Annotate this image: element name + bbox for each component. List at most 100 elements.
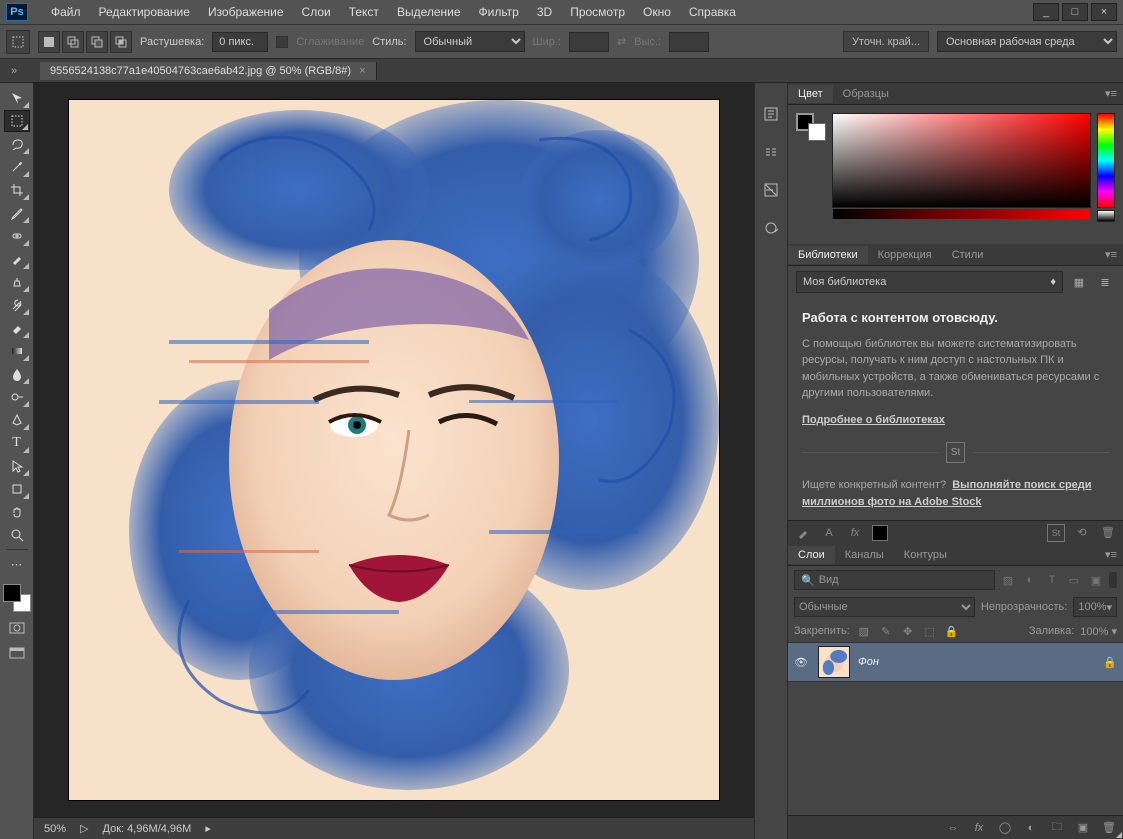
layer-visibility-icon[interactable]: 👁	[794, 656, 810, 669]
refine-edge-button[interactable]: Уточн. край...	[843, 31, 929, 52]
lock-all-icon[interactable]: 🔒	[944, 623, 960, 639]
feather-input[interactable]	[212, 32, 268, 52]
window-close-button[interactable]: ×	[1091, 3, 1117, 21]
color-swatches[interactable]	[3, 584, 31, 612]
menu-view[interactable]: Просмотр	[561, 5, 634, 19]
menu-file[interactable]: Файл	[42, 5, 90, 19]
color-panel-menu-icon[interactable]: ▾≡	[1099, 87, 1123, 100]
trash-icon[interactable]: 🗑	[1099, 524, 1117, 542]
adjustment-layer-icon[interactable]: ◐	[1023, 820, 1039, 836]
tab-layers[interactable]: Слои	[788, 546, 835, 564]
foreground-color[interactable]	[3, 584, 21, 602]
zoom-readout[interactable]: 50%	[44, 823, 66, 835]
tab-adjustments[interactable]: Коррекция	[868, 246, 942, 264]
group-layers-icon[interactable]: 🗀	[1049, 820, 1065, 836]
new-selection-icon[interactable]	[38, 31, 60, 53]
paragraph-panel-icon[interactable]	[760, 217, 782, 239]
move-tool[interactable]	[4, 87, 30, 109]
panel-background[interactable]	[808, 123, 826, 141]
lock-position-icon[interactable]: ✥	[900, 623, 916, 639]
gradient-tool[interactable]	[4, 340, 30, 362]
lib-grid-view-icon[interactable]: ▦	[1069, 272, 1089, 292]
subtract-selection-icon[interactable]	[86, 31, 108, 53]
menu-3d[interactable]: 3D	[528, 5, 561, 19]
brightness-slider[interactable]	[1097, 210, 1115, 222]
lock-artboard-icon[interactable]: ⬚	[922, 623, 938, 639]
menu-edit[interactable]: Редактирование	[90, 5, 199, 19]
path-selection-tool[interactable]	[4, 455, 30, 477]
lib-list-view-icon[interactable]: ≣	[1095, 272, 1115, 292]
filter-smart-icon[interactable]: ▣	[1087, 571, 1105, 589]
window-minimize-button[interactable]: _	[1033, 3, 1059, 21]
screen-mode-icon[interactable]	[6, 644, 28, 662]
menu-image[interactable]: Изображение	[199, 5, 293, 19]
lock-pixels-icon[interactable]: ✎	[878, 623, 894, 639]
blend-mode-select[interactable]: Обычные	[794, 597, 975, 617]
layer-mask-icon[interactable]: ◯	[997, 820, 1013, 836]
document-canvas[interactable]	[69, 100, 719, 800]
clone-stamp-tool[interactable]	[4, 271, 30, 293]
libraries-panel-menu-icon[interactable]: ▾≡	[1099, 248, 1123, 261]
layer-lock-icon[interactable]: 🔒	[1103, 656, 1117, 669]
menu-select[interactable]: Выделение	[388, 5, 470, 19]
filter-pixel-icon[interactable]: ▨	[999, 571, 1017, 589]
menu-filter[interactable]: Фильтр	[470, 5, 528, 19]
filter-shape-icon[interactable]: ▭	[1065, 571, 1083, 589]
library-select[interactable]: Моя библиотека♦	[796, 271, 1063, 293]
document-tab-close-icon[interactable]: ×	[359, 65, 365, 77]
link-layers-icon[interactable]: ⇔	[945, 820, 961, 836]
zoom-tool[interactable]	[4, 524, 30, 546]
layer-fx-icon[interactable]: fx	[971, 820, 987, 836]
layer-thumbnail[interactable]	[818, 646, 850, 678]
layers-panel-menu-icon[interactable]: ▾≡	[1099, 548, 1123, 561]
tool-preset-icon[interactable]	[6, 30, 30, 54]
intersect-selection-icon[interactable]	[110, 31, 132, 53]
tab-styles[interactable]: Стили	[942, 246, 994, 264]
layer-filter-select[interactable]: 🔍Вид	[794, 570, 995, 590]
tab-channels[interactable]: Каналы	[835, 546, 894, 564]
tab-swatches[interactable]: Образцы	[833, 85, 899, 103]
export-icon[interactable]: ▷	[80, 822, 88, 835]
properties-panel-icon[interactable]	[760, 141, 782, 163]
hue-slider[interactable]	[1097, 113, 1115, 208]
character-panel-icon[interactable]	[760, 179, 782, 201]
text-attr-icon[interactable]: A	[820, 524, 838, 542]
filter-type-icon[interactable]: T	[1043, 571, 1061, 589]
menu-layers[interactable]: Слои	[293, 5, 340, 19]
menu-type[interactable]: Текст	[340, 5, 388, 19]
tab-color[interactable]: Цвет	[788, 85, 833, 103]
new-layer-icon[interactable]: ▣	[1075, 820, 1091, 836]
edit-toolbar-icon[interactable]: ⋯	[4, 553, 30, 575]
magic-wand-tool[interactable]	[4, 156, 30, 178]
status-arrow-icon[interactable]: ▸	[205, 822, 211, 835]
opacity-input[interactable]: 100% ▾	[1073, 597, 1117, 617]
layer-name[interactable]: Фон	[858, 656, 1095, 668]
lasso-tool[interactable]	[4, 133, 30, 155]
hand-tool[interactable]	[4, 501, 30, 523]
crop-tool[interactable]	[4, 179, 30, 201]
libraries-learn-more-link[interactable]: Подробнее о библиотеках	[802, 414, 945, 426]
healing-brush-tool[interactable]	[4, 225, 30, 247]
shape-tool[interactable]	[4, 478, 30, 500]
style-select[interactable]: Обычный	[415, 31, 525, 52]
tab-libraries[interactable]: Библиотеки	[788, 246, 868, 264]
menu-window[interactable]: Окно	[634, 5, 680, 19]
toolbox-expand-icon[interactable]: »	[4, 61, 24, 81]
fx-attr-icon[interactable]: fx	[846, 524, 864, 542]
eraser-tool[interactable]	[4, 317, 30, 339]
color-field[interactable]	[832, 113, 1091, 208]
history-panel-icon[interactable]	[760, 103, 782, 125]
delete-layer-icon[interactable]: 🗑	[1101, 820, 1117, 836]
history-brush-tool[interactable]	[4, 294, 30, 316]
quick-mask-icon[interactable]	[6, 619, 28, 637]
stock-attr-icon[interactable]: St	[1047, 524, 1065, 542]
workspace-select[interactable]: Основная рабочая среда	[937, 31, 1117, 52]
type-tool[interactable]: T	[4, 432, 30, 454]
lock-transparency-icon[interactable]: ▨	[856, 623, 872, 639]
marquee-tool[interactable]	[4, 110, 30, 132]
brush-tool[interactable]	[4, 248, 30, 270]
pen-tool[interactable]	[4, 409, 30, 431]
fill-input[interactable]: 100% ▾	[1080, 625, 1117, 638]
add-selection-icon[interactable]	[62, 31, 84, 53]
menu-help[interactable]: Справка	[680, 5, 745, 19]
